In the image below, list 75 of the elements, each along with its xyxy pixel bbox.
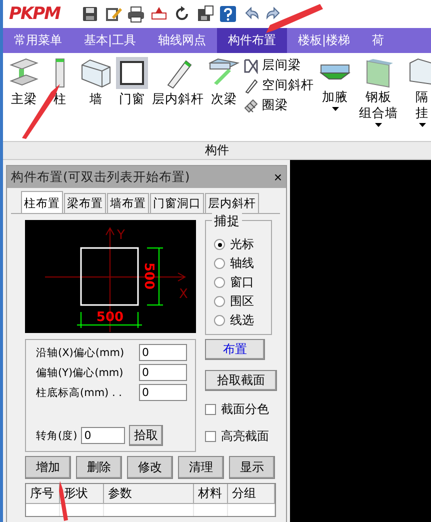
print-icon[interactable]: [127, 5, 146, 23]
dimension-line: [76, 312, 142, 328]
caret-icon[interactable]: [418, 123, 426, 127]
menu-tab[interactable]: 构件布置: [217, 28, 288, 53]
tab[interactable]: 梁布置: [64, 193, 106, 213]
column-outline: [80, 247, 139, 306]
menu-tab[interactable]: 楼板|楼梯: [287, 28, 362, 53]
menu-tab[interactable]: 荷: [361, 28, 396, 53]
axis-label: Y: [117, 228, 125, 243]
place-button[interactable]: 布置: [205, 339, 265, 360]
ribbon-button[interactable]: 墙: [79, 57, 113, 108]
action-button[interactable]: 增加: [25, 456, 71, 479]
ribbon-dropdown[interactable]: 隔 挂: [403, 57, 431, 127]
close-button[interactable]: ×: [274, 169, 282, 185]
save-icon[interactable]: [196, 5, 214, 23]
window-icon[interactable]: [116, 57, 148, 89]
radio-option[interactable]: 窗口: [214, 275, 271, 290]
ribbon-button[interactable]: 门窗: [115, 57, 149, 108]
radio-option[interactable]: 轴线: [214, 256, 271, 271]
tab[interactable]: 柱布置: [21, 191, 63, 213]
ribbon-button[interactable]: 主梁: [7, 57, 41, 108]
group-title: 捕捉: [212, 213, 242, 230]
radio-option[interactable]: 线选: [214, 313, 271, 328]
field-label: 沿轴(X)偏心(mm): [36, 346, 124, 360]
action-button[interactable]: 显示: [229, 456, 275, 479]
checkbox[interactable]: 截面分色: [205, 401, 277, 418]
menu-tab[interactable]: 轴线网点: [147, 28, 218, 53]
ribbon-dropdown[interactable]: 钢板 组合墙: [356, 57, 401, 127]
action-button[interactable]: 修改: [127, 456, 173, 479]
ribbon-button[interactable]: 圈梁: [243, 97, 314, 114]
ribbon-button[interactable]: 次梁: [207, 57, 241, 108]
tab[interactable]: 门窗洞口: [150, 193, 204, 213]
axis-label: X: [179, 287, 188, 302]
radio-option[interactable]: 围区: [214, 294, 271, 309]
input-field[interactable]: 0: [139, 364, 187, 381]
pick-section-button[interactable]: 拾取截面: [205, 370, 277, 391]
tab[interactable]: 层内斜杆: [205, 193, 259, 213]
checkbox[interactable]: 高亮截面: [205, 428, 277, 445]
dimension-line: [146, 248, 164, 306]
action-button[interactable]: 删除: [76, 456, 122, 479]
logo: PKPM: [9, 4, 60, 24]
ribbon-button[interactable]: 层内斜杆: [151, 57, 205, 108]
caret-icon[interactable]: [332, 107, 338, 111]
field-label: 转角(度): [36, 428, 78, 442]
annotation-arrow: [266, 4, 323, 33]
dimension-label: 500: [96, 310, 124, 325]
menu-tab[interactable]: 常用菜单: [3, 28, 73, 53]
column-header[interactable]: 参数: [104, 484, 194, 504]
tab[interactable]: 墙布置: [107, 193, 149, 213]
edit-icon[interactable]: [104, 5, 122, 23]
field-label: 柱底标高(mm) . .: [36, 386, 122, 400]
column-header[interactable]: 材料: [194, 484, 228, 504]
input-field[interactable]: 0: [81, 427, 126, 444]
beam-icon[interactable]: [243, 58, 259, 74]
pick-button[interactable]: 拾取: [129, 425, 164, 446]
wall-icon[interactable]: [80, 57, 112, 89]
caret-icon[interactable]: [375, 123, 382, 127]
ribbon-button[interactable]: 柱: [43, 57, 77, 108]
beam-icon[interactable]: [243, 98, 259, 114]
menu-tab[interactable]: 基本|工具: [73, 28, 148, 53]
panel-title: 构件布置(可双击列表开始布置): [11, 168, 190, 186]
action-button[interactable]: 清理: [178, 456, 224, 479]
ribbon-dropdown[interactable]: 加腋: [316, 57, 354, 111]
field-label: 偏轴(Y)偏心(mm): [36, 366, 124, 380]
help-icon[interactable]: [219, 5, 238, 23]
save-icon[interactable]: [81, 5, 100, 23]
ribbon-button[interactable]: 空间斜杆: [243, 77, 314, 94]
ribbon-button[interactable]: 层间梁: [243, 57, 314, 74]
radio-option[interactable]: 光标: [214, 237, 271, 252]
column-header[interactable]: 分组: [228, 484, 275, 504]
brace-icon[interactable]: [243, 78, 259, 94]
group-label: 构件: [3, 141, 431, 160]
input-field[interactable]: 0: [139, 344, 187, 361]
dimension-label: 500: [141, 262, 156, 290]
input-field[interactable]: 0: [139, 384, 187, 401]
